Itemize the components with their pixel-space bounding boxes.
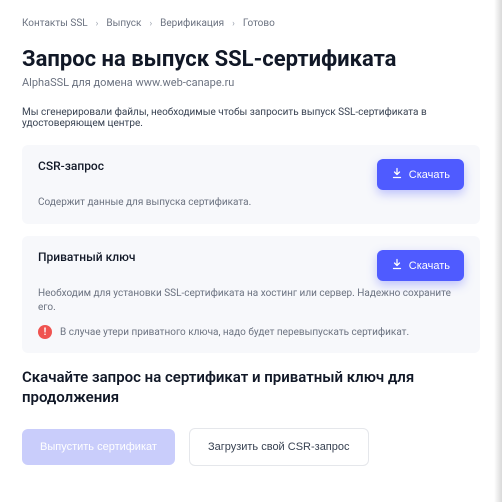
actions-row: Выпустить сертификат Загрузить свой CSR-… — [22, 428, 480, 466]
decorative-shadow — [494, 0, 502, 502]
download-key-label: Скачать — [409, 260, 450, 272]
download-csr-label: Скачать — [409, 169, 450, 181]
private-key-card-title: Приватный ключ — [38, 250, 135, 264]
download-icon — [391, 167, 403, 182]
private-key-warning-text: В случае утери приватного ключа, надо бу… — [60, 327, 409, 338]
private-key-card: Приватный ключ Скачать Необходим для уст… — [22, 236, 480, 353]
csr-card-desc: Содержит данные для выпуска сертификата. — [38, 196, 464, 210]
issue-certificate-button[interactable]: Выпустить сертификат — [22, 429, 175, 465]
breadcrumb-item[interactable]: Контакты SSL — [22, 18, 88, 29]
chevron-right-icon: › — [96, 19, 99, 29]
download-icon — [391, 258, 403, 273]
breadcrumb-item[interactable]: Выпуск — [106, 18, 141, 29]
chevron-right-icon: › — [232, 19, 235, 29]
download-csr-button[interactable]: Скачать — [377, 159, 464, 190]
warning-icon: ! — [38, 325, 52, 339]
breadcrumb: Контакты SSL › Выпуск › Верификация › Го… — [22, 18, 480, 29]
page-subtitle: AlphaSSL для домена www.web-canape.ru — [22, 76, 480, 89]
breadcrumb-item[interactable]: Верификация — [160, 18, 224, 29]
chevron-right-icon: › — [149, 19, 152, 29]
breadcrumb-item[interactable]: Готово — [243, 18, 275, 29]
page-title: Запрос на выпуск SSL-сертификата — [22, 47, 480, 72]
private-key-card-desc: Необходим для установки SSL-сертификата … — [38, 287, 464, 315]
upload-csr-button[interactable]: Загрузить свой CSR-запрос — [189, 428, 369, 466]
private-key-warning: ! В случае утери приватного ключа, надо … — [38, 325, 464, 339]
download-key-button[interactable]: Скачать — [377, 250, 464, 281]
csr-card: CSR-запрос Скачать Содержит данные для в… — [22, 145, 480, 224]
continue-heading: Скачайте запрос на сертификат и приватны… — [22, 367, 480, 408]
intro-text: Мы сгенерировали файлы, необходимые чтоб… — [22, 107, 480, 129]
csr-card-title: CSR-запрос — [38, 159, 104, 173]
